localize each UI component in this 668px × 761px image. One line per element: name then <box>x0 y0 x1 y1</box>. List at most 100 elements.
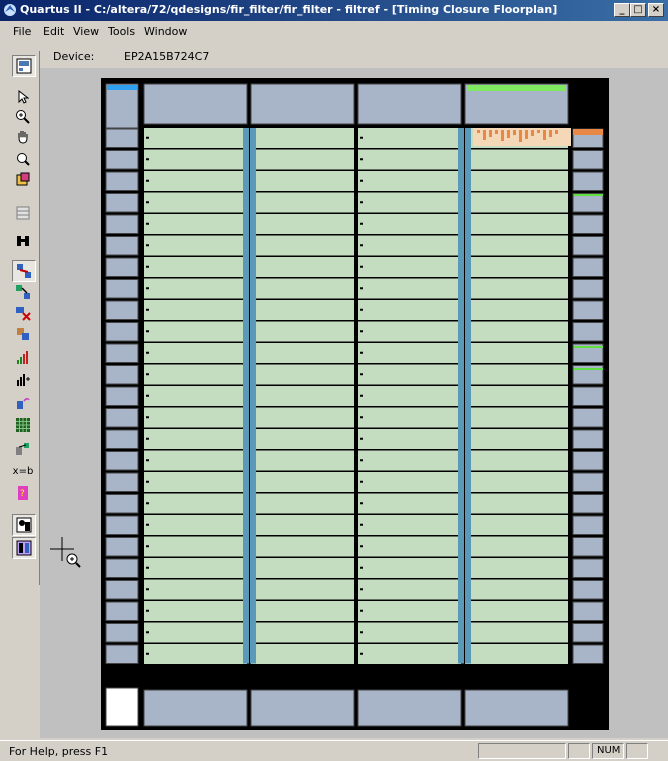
lab-block[interactable] <box>251 192 354 213</box>
lab-block[interactable] <box>358 235 461 256</box>
lab-block[interactable] <box>251 364 354 385</box>
lab-block[interactable] <box>465 429 568 449</box>
show-paths-icon[interactable] <box>12 282 34 302</box>
lab-block[interactable] <box>251 128 354 148</box>
io-right-block[interactable] <box>572 451 604 471</box>
lab-block[interactable] <box>251 321 354 342</box>
congestion-bar[interactable] <box>519 130 522 142</box>
lab-block[interactable] <box>251 472 354 492</box>
io-right-block[interactable] <box>572 601 604 621</box>
lab-block[interactable] <box>358 386 461 406</box>
lab-block[interactable] <box>465 493 568 514</box>
io-corner-block[interactable] <box>105 83 139 129</box>
io-corner-marker[interactable] <box>107 85 137 90</box>
lab-block[interactable] <box>144 300 247 320</box>
lab-block[interactable] <box>465 407 568 428</box>
io-top-block[interactable] <box>357 83 462 125</box>
io-left-block[interactable] <box>105 451 139 471</box>
lab-block[interactable] <box>465 558 568 578</box>
lab-block[interactable] <box>251 171 354 191</box>
lab-block[interactable] <box>251 450 354 471</box>
congestion-io-marker[interactable] <box>573 129 603 135</box>
close-button[interactable]: × <box>648 3 664 17</box>
lab-block[interactable] <box>144 429 247 449</box>
lab-block[interactable] <box>358 128 461 148</box>
hand-pan-icon[interactable] <box>12 127 34 147</box>
io-left-block[interactable] <box>105 429 139 449</box>
lab-block[interactable] <box>465 278 568 299</box>
io-left-block[interactable] <box>105 558 139 578</box>
lab-block[interactable] <box>358 149 461 170</box>
io-top-block[interactable] <box>143 83 248 125</box>
congestion-bar[interactable] <box>477 130 480 133</box>
lab-block[interactable] <box>465 321 568 342</box>
lab-block[interactable] <box>144 235 247 256</box>
field-view-icon[interactable] <box>12 203 34 223</box>
io-left-block[interactable] <box>105 150 139 170</box>
restore-button[interactable]: □ <box>630 3 646 17</box>
io-bottom-block[interactable] <box>143 689 248 727</box>
io-left-block[interactable] <box>105 171 139 191</box>
lab-block[interactable] <box>358 429 461 449</box>
lock-icon[interactable] <box>12 324 34 344</box>
io-left-block[interactable] <box>105 644 139 664</box>
lab-block[interactable] <box>358 278 461 299</box>
io-right-block[interactable] <box>572 193 604 213</box>
io-left-block[interactable] <box>105 515 139 535</box>
io-left-block[interactable] <box>105 257 139 277</box>
esb-column[interactable] <box>250 128 256 664</box>
io-left-block[interactable] <box>105 623 139 643</box>
lab-block[interactable] <box>144 171 247 191</box>
io-right-block[interactable] <box>572 580 604 600</box>
lab-block[interactable] <box>465 472 568 492</box>
congestion-bar[interactable] <box>495 130 498 134</box>
io-left-block[interactable] <box>105 494 139 514</box>
lab-block[interactable] <box>144 622 247 643</box>
lab-block[interactable] <box>144 558 247 578</box>
lab-block[interactable] <box>251 601 354 621</box>
io-right-block[interactable] <box>572 623 604 643</box>
congestion-bar[interactable] <box>501 130 504 141</box>
lab-block[interactable] <box>144 214 247 234</box>
congestion-bar[interactable] <box>483 130 486 140</box>
io-green-marker[interactable] <box>574 346 603 348</box>
find-icon[interactable] <box>12 149 34 169</box>
io-right-block[interactable] <box>572 300 604 320</box>
lab-block[interactable] <box>144 343 247 363</box>
lab-block[interactable] <box>251 536 354 557</box>
io-left-block[interactable] <box>105 128 139 148</box>
lab-block[interactable] <box>144 321 247 342</box>
delete-assignments-icon[interactable] <box>12 303 34 323</box>
io-left-block[interactable] <box>105 322 139 342</box>
io-left-block[interactable] <box>105 279 139 299</box>
io-right-block[interactable] <box>572 537 604 557</box>
lab-block[interactable] <box>144 472 247 492</box>
lab-block[interactable] <box>465 192 568 213</box>
show-routing-icon[interactable] <box>12 260 36 282</box>
lab-block[interactable] <box>251 493 354 514</box>
lab-block[interactable] <box>465 386 568 406</box>
lab-block[interactable] <box>251 343 354 363</box>
lab-block[interactable] <box>465 622 568 643</box>
current-assignments-floorplan-icon[interactable] <box>12 537 36 559</box>
lab-block[interactable] <box>251 429 354 449</box>
lab-block[interactable] <box>144 644 247 664</box>
lab-block[interactable] <box>358 214 461 234</box>
lab-block[interactable] <box>358 536 461 557</box>
lab-block[interactable] <box>251 622 354 643</box>
io-bottom-block[interactable] <box>250 689 355 727</box>
lab-block[interactable] <box>144 536 247 557</box>
binoculars-icon[interactable] <box>12 231 34 251</box>
lab-block[interactable] <box>358 622 461 643</box>
lab-block[interactable] <box>358 493 461 514</box>
lab-block[interactable] <box>144 257 247 277</box>
lab-block[interactable] <box>251 558 354 578</box>
lab-block[interactable] <box>358 300 461 320</box>
menu-view[interactable]: View <box>73 25 99 38</box>
io-right-block[interactable] <box>572 279 604 299</box>
zoom-icon[interactable] <box>12 107 34 127</box>
lab-block[interactable] <box>465 171 568 191</box>
io-left-block[interactable] <box>105 472 139 492</box>
esb-column[interactable] <box>465 128 471 664</box>
lab-block[interactable] <box>251 579 354 600</box>
